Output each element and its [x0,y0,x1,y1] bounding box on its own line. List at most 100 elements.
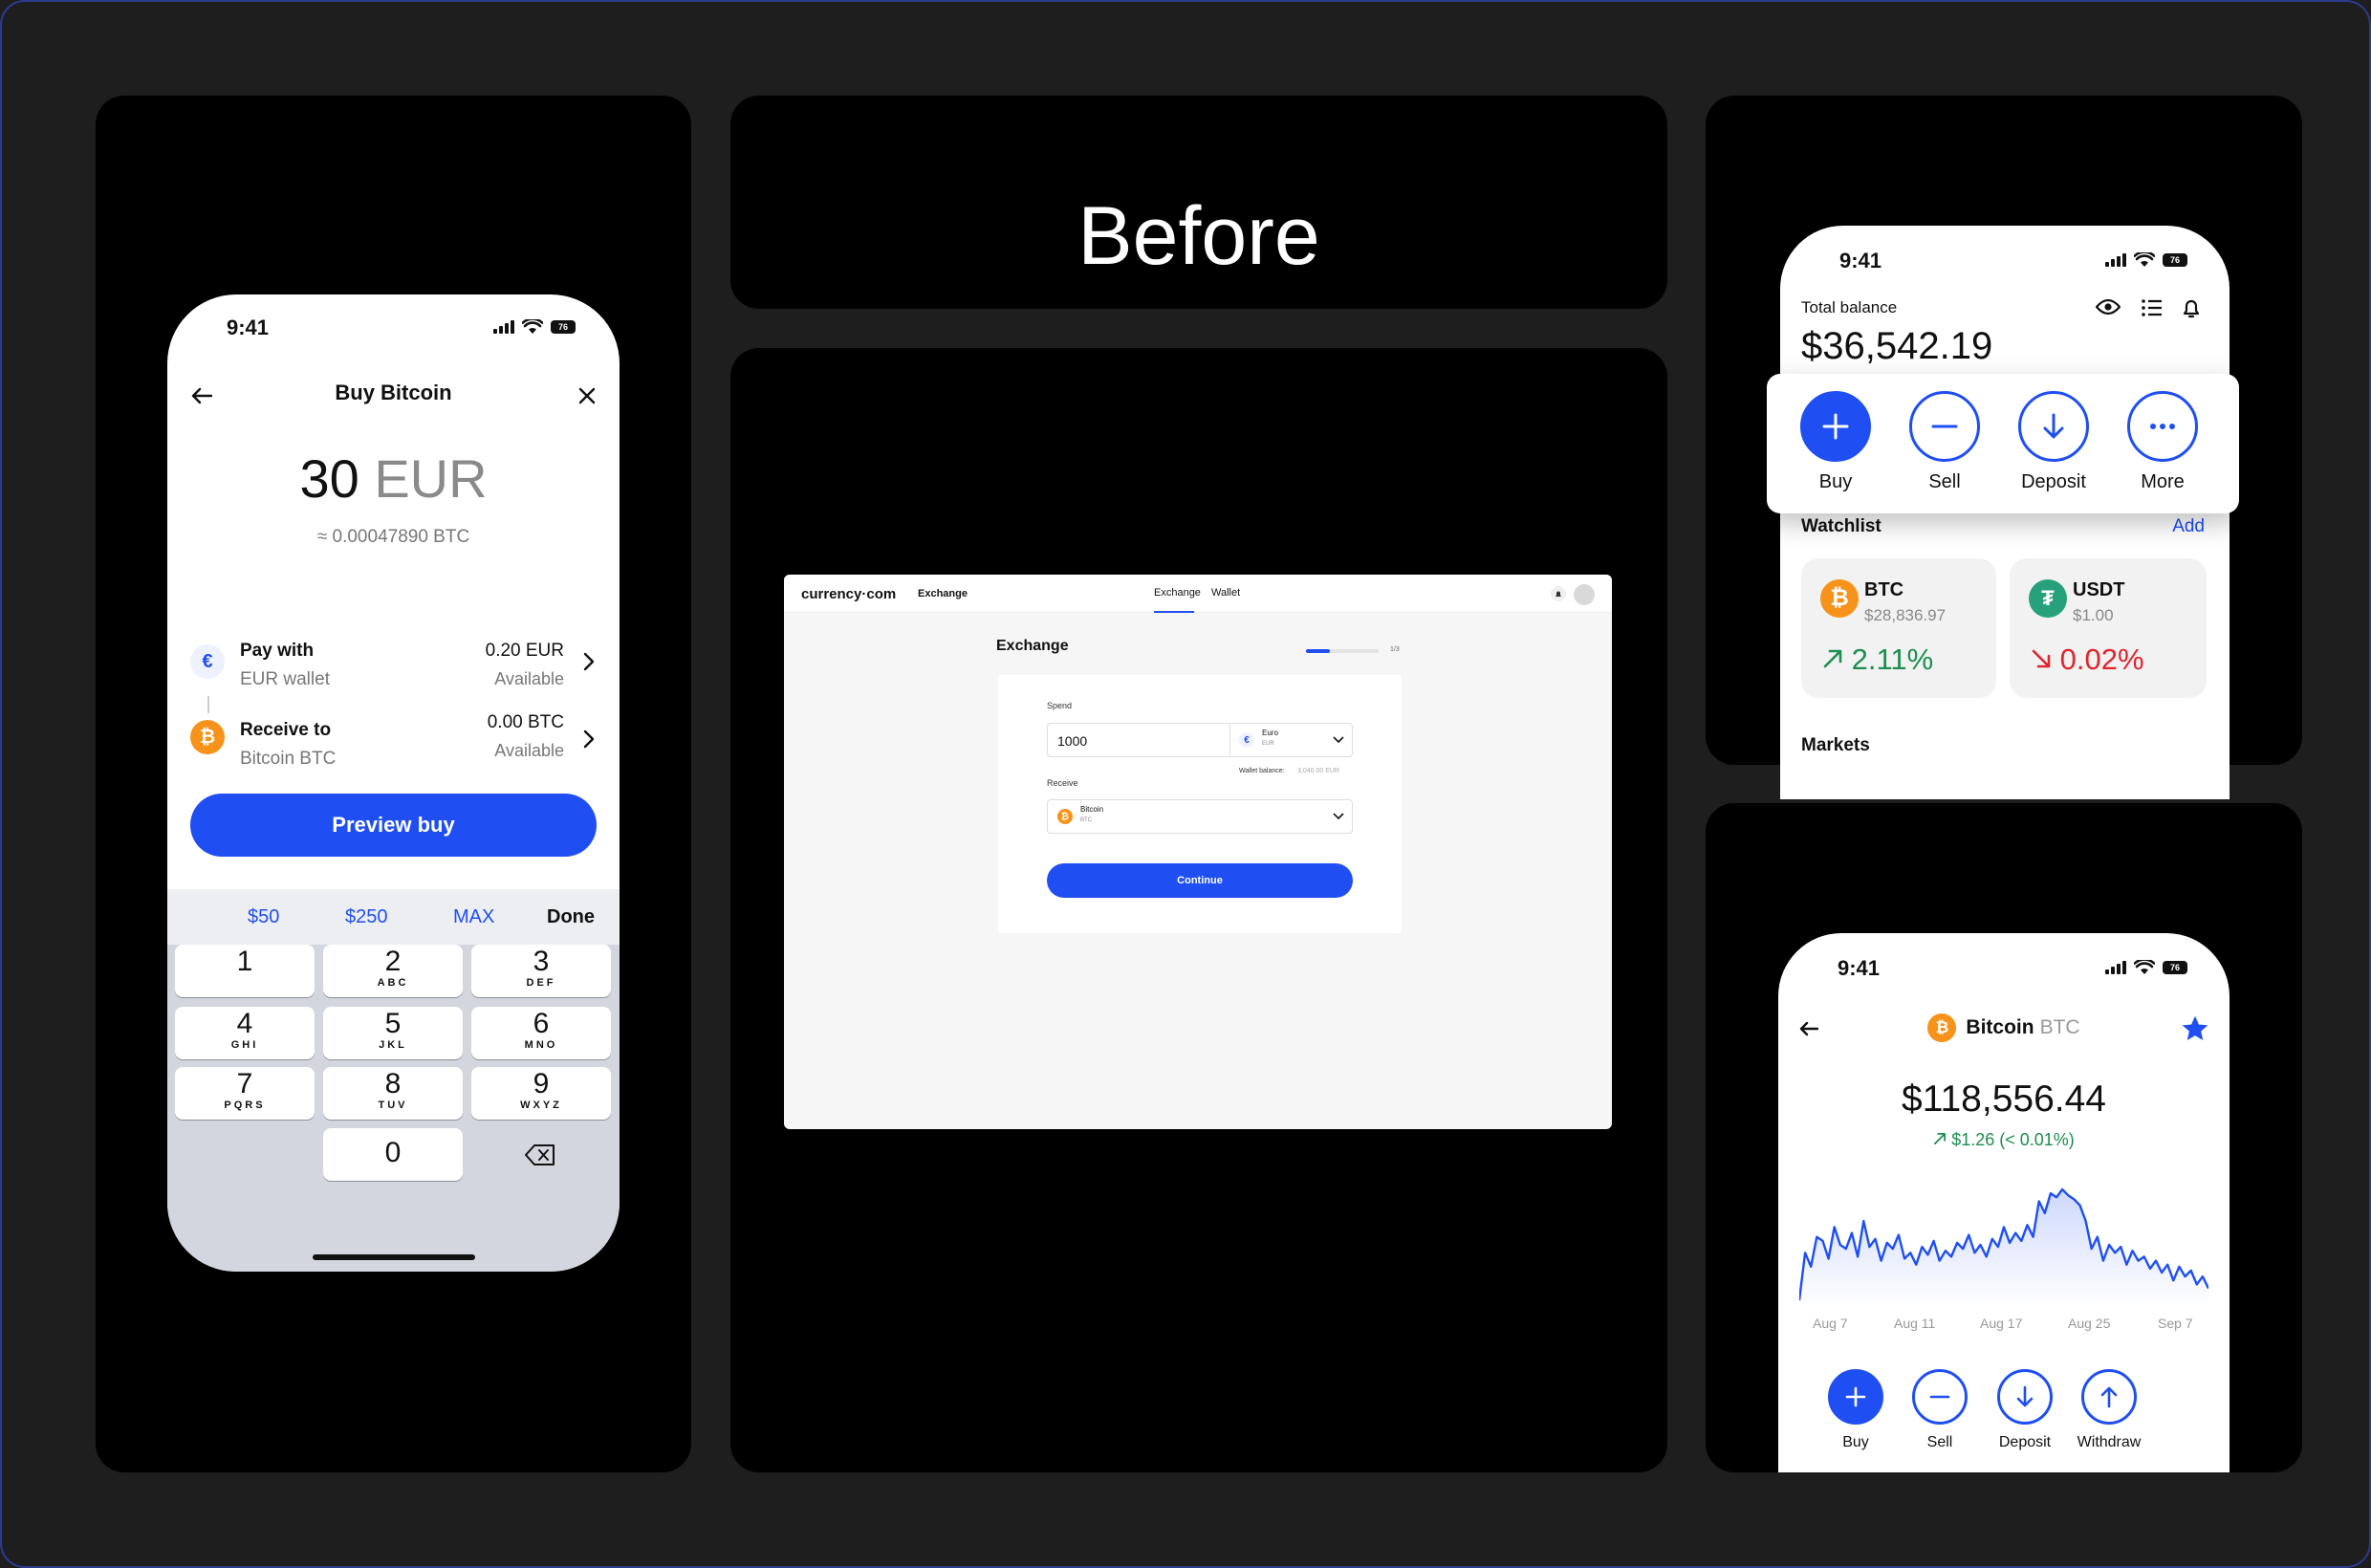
detail-phone: 9:41 76 ₿ Bitcoin BTC $118,556.44 $1.26 … [1778,933,2230,1472]
total-balance-label: Total balance [1801,298,1898,316]
chevron-right-icon [583,652,595,671]
eye-icon[interactable] [2096,297,2121,316]
receive-to-row[interactable]: ₿ Receive to Bitcoin BTC 0.00 BTC Availa… [186,701,600,769]
star-icon[interactable] [2180,1013,2210,1044]
coin-price: $118,556.44 [1902,1078,2106,1120]
pay-with-row[interactable]: € Pay with EUR wallet 0.20 EUR Available [186,629,600,696]
close-icon[interactable] [570,379,604,413]
arrow-down-right-icon [2032,649,2051,668]
deposit-action[interactable]: Deposit [2006,391,2101,493]
bitcoin-icon: ₿ [1820,579,1859,618]
watchlist-card-usdt[interactable]: ₮ USDT $1.00 0.02% [2010,558,2207,698]
status-bar: 9:41 76 [1778,933,2230,991]
withdraw-action[interactable]: Withdraw [2066,1369,2152,1451]
watchlist-card-btc[interactable]: ₿ BTC $28,836.97 2.11% [1801,558,1996,698]
quick-amount-max[interactable]: MAX [453,906,494,928]
signal-icon [493,320,514,334]
x-axis-label: Aug 17 [1980,1316,2023,1331]
signal-icon [2105,961,2126,974]
status-time: 9:41 [1839,249,1882,272]
receive-currency: Bitcoin [1080,805,1104,814]
key-3[interactable]: 3 DEF [471,945,611,997]
add-watchlist-link[interactable]: Add [2172,516,2205,537]
key-2[interactable]: 2 ABC [323,945,463,997]
wallet-balance-value: 3,040.00 EUR [1297,768,1339,774]
status-time: 9:41 [1838,956,1881,980]
watch-symbol: USDT [2073,579,2125,600]
amount-currency: EUR [374,448,488,509]
plus-icon [1800,391,1871,462]
panel-before-title: Before [730,96,1667,309]
exchange-heading: Exchange [996,638,1069,654]
page-title: Buy Bitcoin [335,381,452,404]
x-axis-label: Aug 7 [1813,1316,1848,1331]
more-dots-icon [2127,391,2198,462]
receive-to-amount: 0.00 BTC [487,712,564,732]
receive-field[interactable]: ₿ Bitcoin BTC [1047,799,1353,834]
nav-title: Exchange [918,588,968,599]
price-change: $1.26 (< 0.01%) [1778,1130,2230,1150]
chevron-right-icon [583,730,595,749]
bitcoin-icon: ₿ [1927,1013,1957,1042]
price-chart[interactable] [1799,1184,2208,1306]
bell-icon[interactable] [1551,586,1566,601]
deposit-action[interactable]: Deposit [1982,1369,2068,1451]
tab-exchange[interactable]: Exchange [1154,587,1201,599]
home-indicator [313,1254,475,1260]
key-8[interactable]: 8 TUV [323,1067,463,1120]
wallet-balance-label: Wallet balance: [1239,768,1285,774]
watch-price: $28,836.97 [1864,606,1947,624]
sell-action[interactable]: Sell [1897,1369,1983,1451]
minus-icon [1912,1369,1968,1425]
watch-price: $1.00 [2073,606,2114,624]
tab-wallet[interactable]: Wallet [1211,587,1240,599]
backspace-icon[interactable] [497,1133,583,1176]
before-label: Before [1077,190,1320,282]
quick-actions: Buy Sell Deposit More [1767,374,2239,513]
key-0[interactable]: 0 [323,1128,463,1181]
preview-buy-button[interactable]: Preview buy [190,794,597,857]
pay-with-label: Pay with [240,641,315,661]
buy-action[interactable]: Buy [1813,1369,1899,1451]
wifi-icon [2134,252,2155,267]
x-axis-label: Aug 25 [2068,1316,2111,1331]
battery-icon: 76 [551,320,576,334]
key-1[interactable]: 1 [175,945,315,997]
amount-value: 30 [299,448,359,509]
signal-icon [2105,253,2126,267]
desktop-exchange: currency·com Exchange Exchange Wallet Ex… [784,575,1612,1129]
key-7[interactable]: 7 PQRS [175,1067,315,1120]
total-balance-value: $36,542.19 [1801,325,1993,367]
avatar[interactable] [1574,584,1595,605]
key-5[interactable]: 5 JKL [323,1007,463,1059]
coin-name: Bitcoin [1966,1016,2034,1038]
step-counter: 1/3 [1390,646,1400,653]
quick-amount-50[interactable]: $50 [248,906,279,928]
spend-input[interactable]: 1000 [1057,733,1087,749]
bell-icon[interactable] [2182,296,2201,319]
sell-action[interactable]: Sell [1897,391,1992,493]
spend-field[interactable]: 1000 € Euro EUR [1047,723,1353,757]
list-icon[interactable] [2142,299,2163,316]
chevron-down-icon[interactable] [1333,736,1344,744]
key-4[interactable]: 4 GHI [175,1007,315,1059]
battery-icon: 76 [2163,253,2187,267]
chevron-down-icon[interactable] [1333,813,1344,820]
done-button[interactable]: Done [547,906,595,928]
coin-header: ₿ Bitcoin BTC [1778,1013,2230,1042]
key-6[interactable]: 6 MNO [471,1007,611,1059]
buy-action[interactable]: Buy [1788,391,1883,493]
minus-icon [1909,391,1980,462]
quick-amount-250[interactable]: $250 [345,906,388,928]
pay-with-available: Available [494,669,564,688]
chart-area [1799,1189,2208,1306]
key-9[interactable]: 9 WXYZ [471,1067,611,1120]
bitcoin-icon: ₿ [1057,809,1073,824]
more-action[interactable]: More [2115,391,2210,493]
spend-currency: Euro [1262,729,1278,737]
continue-button[interactable]: Continue [1047,863,1353,898]
arrow-up-right-icon [1823,649,1842,668]
euro-icon: € [1239,732,1254,748]
watch-symbol: BTC [1864,579,1904,600]
spend-label: Spend [1047,701,1073,710]
